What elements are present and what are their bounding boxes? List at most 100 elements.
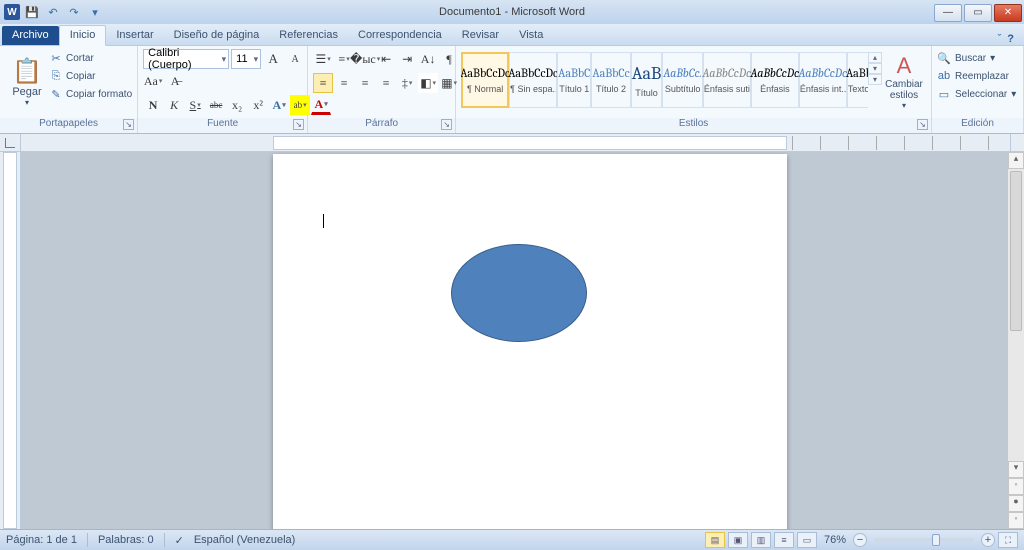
tab-correspondencia[interactable]: Correspondencia	[348, 26, 452, 45]
style-item[interactable]: AaBbCcTítulo 2	[591, 52, 630, 108]
next-page-button[interactable]: ◦	[1008, 512, 1024, 529]
gallery-down-button[interactable]: ▾	[868, 63, 882, 74]
view-print-layout-button[interactable]: ▤	[705, 532, 725, 548]
style-item[interactable]: AaBbCc.Subtítulo	[662, 52, 703, 108]
scroll-down-button[interactable]: ▾	[1008, 461, 1024, 478]
zoom-level[interactable]: 76%	[824, 534, 846, 546]
qat-undo-button[interactable]: ↶	[44, 3, 62, 21]
align-right-button[interactable]: ≡	[355, 73, 375, 93]
status-language[interactable]: Español (Venezuela)	[194, 534, 296, 546]
align-center-button[interactable]: ≡	[334, 73, 354, 93]
style-item[interactable]: AaBbCcDc¶ Normal	[461, 52, 509, 108]
cut-button[interactable]: ✂Cortar	[49, 51, 132, 65]
change-case-button[interactable]: Aa	[143, 71, 163, 91]
status-proofing-icon[interactable]: ✓	[175, 534, 184, 547]
window-close-button[interactable]: ✕	[994, 4, 1022, 22]
window-maximize-button[interactable]: ▭	[964, 4, 992, 22]
status-word-count[interactable]: Palabras: 0	[98, 534, 154, 546]
zoom-out-button[interactable]: −	[853, 533, 867, 547]
italic-button[interactable]: K	[164, 95, 184, 115]
qat-customize-button[interactable]: ▾	[86, 3, 104, 21]
vertical-scrollbar[interactable]: ▴ ▾ ◦ ● ◦	[1007, 152, 1024, 529]
paragraph-dialog-launcher[interactable]: ↘	[441, 119, 452, 130]
shape-ellipse[interactable]	[451, 244, 587, 342]
help-button[interactable]: ?	[1007, 33, 1014, 45]
text-effects-button[interactable]: A	[269, 95, 289, 115]
tab-revisar[interactable]: Revisar	[452, 26, 509, 45]
superscript-button[interactable]: x²	[248, 95, 268, 115]
status-page[interactable]: Página: 1 de 1	[6, 534, 77, 546]
document-canvas[interactable]	[21, 152, 1007, 529]
tab-diseno[interactable]: Diseño de página	[164, 26, 270, 45]
view-web-layout-button[interactable]: ▥	[751, 532, 771, 548]
tab-insertar[interactable]: Insertar	[106, 26, 163, 45]
paste-button[interactable]: 📋 Pegar ▾	[5, 49, 49, 115]
view-outline-button[interactable]: ≡	[774, 532, 794, 548]
style-item[interactable]: AaBbCcDcÉnfasis	[751, 52, 799, 108]
tab-inicio[interactable]: Inicio	[59, 25, 107, 46]
horizontal-ruler[interactable]	[21, 134, 1010, 151]
line-spacing-button[interactable]: ‡	[397, 73, 417, 93]
style-item[interactable]: AaBbCTítulo 1	[557, 52, 591, 108]
replace-button[interactable]: abReemplazar	[937, 69, 1016, 83]
style-item[interactable]: AaBbCcDcTexto en n...	[847, 52, 868, 108]
qat-save-button[interactable]: 💾	[23, 3, 41, 21]
view-draft-button[interactable]: ▭	[797, 532, 817, 548]
change-styles-button[interactable]: A Cambiar estilos ▾	[882, 49, 926, 110]
workspace: ▴ ▾ ◦ ● ◦	[0, 152, 1024, 529]
justify-button[interactable]: ≡	[376, 73, 396, 93]
sort-button[interactable]: A↓	[418, 49, 438, 69]
find-icon: 🔍	[937, 51, 951, 65]
styles-dialog-launcher[interactable]: ↘	[917, 119, 928, 130]
subscript-button[interactable]: x₂	[227, 95, 247, 115]
zoom-slider-thumb[interactable]	[932, 534, 940, 546]
gallery-up-button[interactable]: ▴	[868, 52, 882, 63]
find-button[interactable]: 🔍Buscar ▾	[937, 51, 1016, 65]
font-name-combo[interactable]: Calibri (Cuerpo)	[143, 49, 229, 69]
font-dialog-launcher[interactable]: ↘	[293, 119, 304, 130]
highlight-button[interactable]: ab	[290, 95, 310, 115]
clear-formatting-button[interactable]: A̶	[165, 71, 185, 91]
increase-indent-button[interactable]: ⇥	[397, 49, 417, 69]
gallery-more-button[interactable]: ▾	[868, 74, 882, 85]
tab-selector[interactable]	[0, 134, 21, 151]
scroll-thumb[interactable]	[1010, 171, 1022, 331]
zoom-in-button[interactable]: +	[981, 533, 995, 547]
shrink-font-button[interactable]: A	[285, 49, 305, 69]
styles-gallery[interactable]: AaBbCcDc¶ NormalAaBbCcDc¶ Sin espa...AaB…	[461, 49, 868, 108]
shading-button[interactable]: ◧	[418, 73, 438, 93]
window-minimize-button[interactable]: —	[934, 4, 962, 22]
prev-page-button[interactable]: ◦	[1008, 478, 1024, 495]
view-full-screen-button[interactable]: ▣	[728, 532, 748, 548]
ruler-toggle-button[interactable]	[1010, 134, 1024, 151]
clipboard-dialog-launcher[interactable]: ↘	[123, 119, 134, 130]
zoom-fit-button[interactable]: ⛶	[998, 532, 1018, 548]
tab-referencias[interactable]: Referencias	[269, 26, 348, 45]
scroll-up-button[interactable]: ▴	[1008, 152, 1024, 169]
format-painter-button[interactable]: ✎Copiar formato	[49, 87, 132, 101]
font-size-combo[interactable]: 11	[231, 49, 261, 69]
bullets-button[interactable]: ☰	[313, 49, 333, 69]
ribbon-minimize-button[interactable]: ˇ	[998, 33, 1002, 45]
page[interactable]	[273, 154, 787, 529]
select-button[interactable]: ▭Seleccionar ▾	[937, 87, 1016, 101]
tab-vista[interactable]: Vista	[509, 26, 553, 45]
copy-button[interactable]: ⎘Copiar	[49, 69, 132, 83]
decrease-indent-button[interactable]: ⇤	[376, 49, 396, 69]
qat-redo-button[interactable]: ↷	[65, 3, 83, 21]
tab-file[interactable]: Archivo	[2, 26, 59, 45]
grow-font-button[interactable]: A	[263, 49, 283, 69]
style-item[interactable]: AaBbCcDc¶ Sin espa...	[509, 52, 557, 108]
zoom-slider[interactable]	[874, 538, 974, 542]
strikethrough-button[interactable]: abc	[206, 95, 226, 115]
multilevel-button[interactable]: �ыс	[355, 49, 375, 69]
style-item[interactable]: AaBbCcDcÉnfasis int...	[799, 52, 847, 108]
bold-button[interactable]: N	[143, 95, 163, 115]
vertical-ruler[interactable]	[0, 152, 21, 529]
align-left-button[interactable]: ≡	[313, 73, 333, 93]
style-item[interactable]: AaBTítulo	[631, 52, 663, 108]
style-item[interactable]: AaBbCcDcÉnfasis sutil	[703, 52, 751, 108]
scroll-track[interactable]	[1008, 169, 1024, 461]
underline-button[interactable]: S	[185, 95, 205, 115]
browse-object-button[interactable]: ●	[1008, 495, 1024, 512]
